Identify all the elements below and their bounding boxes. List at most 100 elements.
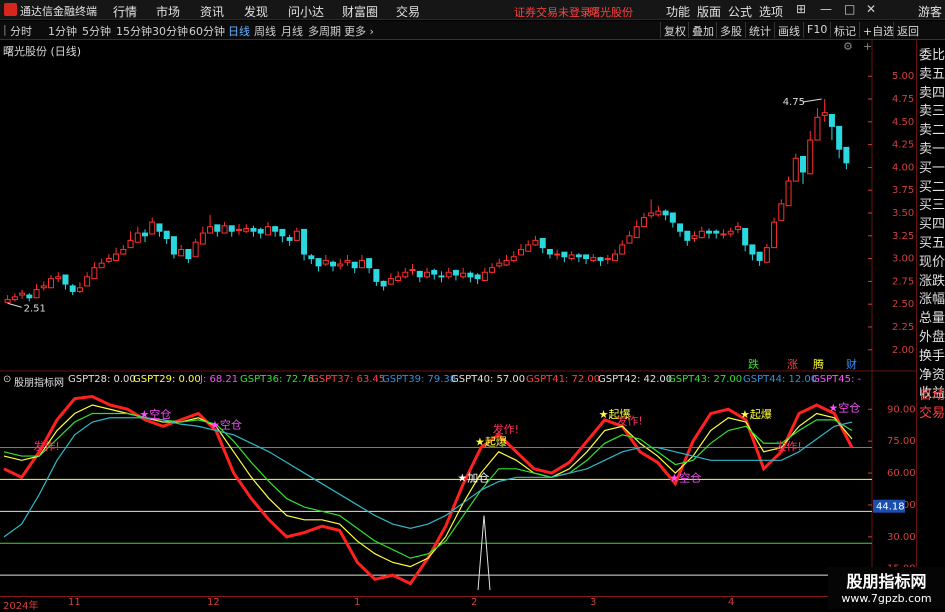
- candle-body[interactable]: [33, 289, 40, 299]
- candle-body[interactable]: [763, 247, 770, 263]
- candle-body[interactable]: [26, 294, 33, 299]
- indicator-settings-icon[interactable]: ⊙: [3, 374, 11, 385]
- candle-body[interactable]: [756, 251, 763, 261]
- candle-body[interactable]: [691, 235, 698, 240]
- candle-body[interactable]: [156, 223, 163, 232]
- quote-panel-item[interactable]: 外盘: [919, 326, 945, 345]
- candle-body[interactable]: [713, 230, 720, 234]
- candle-body[interactable]: [626, 235, 633, 244]
- candle-body[interactable]: [358, 259, 365, 269]
- candle-body[interactable]: [532, 239, 539, 246]
- candle-body[interactable]: [315, 258, 322, 267]
- candle-body[interactable]: [4, 299, 11, 303]
- candle-body[interactable]: [684, 230, 691, 241]
- quote-panel-item[interactable]: 卖一: [919, 138, 945, 157]
- candle-body[interactable]: [452, 269, 459, 276]
- quote-panel-item[interactable]: 自动: [919, 384, 945, 403]
- quote-panel-item[interactable]: 卖五: [919, 63, 945, 82]
- candle-body[interactable]: [792, 157, 799, 182]
- candle-body[interactable]: [40, 285, 47, 289]
- quote-panel-item[interactable]: 现价: [919, 251, 945, 270]
- candle-body[interactable]: [250, 228, 257, 232]
- candle-body[interactable]: [648, 212, 655, 217]
- candle-body[interactable]: [185, 248, 192, 260]
- candle-body[interactable]: [395, 276, 402, 281]
- candle-body[interactable]: [322, 259, 329, 265]
- candle-body[interactable]: [460, 272, 467, 278]
- candle-body[interactable]: [366, 258, 373, 269]
- quote-panel-item[interactable]: 卖四: [919, 82, 945, 101]
- candle-body[interactable]: [568, 254, 575, 260]
- candle-body[interactable]: [62, 274, 69, 285]
- indicator-title[interactable]: 股朋指标网: [14, 374, 64, 389]
- candle-body[interactable]: [293, 230, 300, 241]
- candle-body[interactable]: [669, 212, 676, 223]
- quote-panel-item[interactable]: 买一: [919, 157, 945, 176]
- candle-body[interactable]: [214, 224, 221, 232]
- candle-body[interactable]: [489, 267, 496, 273]
- candle-body[interactable]: [228, 225, 235, 232]
- candle-body[interactable]: [351, 261, 358, 269]
- candle-body[interactable]: [655, 210, 662, 216]
- candle-body[interactable]: [264, 226, 271, 236]
- candle-body[interactable]: [76, 287, 83, 292]
- candle-body[interactable]: [272, 226, 279, 232]
- candle-body[interactable]: [424, 271, 430, 278]
- candle-body[interactable]: [734, 226, 741, 230]
- quote-panel-item[interactable]: 换手: [919, 345, 945, 364]
- candle-body[interactable]: [286, 237, 293, 241]
- candle-body[interactable]: [55, 276, 62, 280]
- candle-body[interactable]: [496, 262, 503, 267]
- candle-body[interactable]: [467, 272, 474, 278]
- candle-body[interactable]: [178, 248, 185, 257]
- candle-body[interactable]: [575, 254, 582, 258]
- candle-body[interactable]: [163, 230, 170, 240]
- candle-body[interactable]: [662, 210, 669, 216]
- candle-body[interactable]: [192, 241, 199, 258]
- quote-panel-item[interactable]: 买三: [919, 194, 945, 213]
- candle-body[interactable]: [698, 230, 705, 239]
- candle-body[interactable]: [800, 155, 806, 173]
- candle-body[interactable]: [344, 259, 351, 263]
- candle-body[interactable]: [134, 232, 141, 243]
- candle-body[interactable]: [539, 238, 546, 249]
- candle-body[interactable]: [612, 253, 618, 261]
- candle-body[interactable]: [604, 258, 611, 261]
- candle-body[interactable]: [597, 257, 604, 261]
- candle-body[interactable]: [221, 225, 228, 234]
- candle-body[interactable]: [279, 228, 286, 237]
- candle-body[interactable]: [120, 248, 127, 255]
- quote-panel-item[interactable]: 涨幅: [919, 288, 945, 307]
- candle-body[interactable]: [785, 180, 792, 207]
- quote-panel-item[interactable]: 净资: [919, 364, 945, 383]
- candle-body[interactable]: [19, 292, 26, 296]
- candle-body[interactable]: [546, 248, 553, 255]
- candle-body[interactable]: [525, 244, 532, 252]
- candle-body[interactable]: [301, 228, 308, 255]
- candle-body[interactable]: [409, 269, 416, 272]
- candle-body[interactable]: [170, 236, 177, 255]
- candle-body[interactable]: [113, 253, 120, 261]
- quote-panel-item[interactable]: 委比: [919, 44, 945, 63]
- candle-body[interactable]: [236, 228, 242, 231]
- candle-body[interactable]: [590, 257, 597, 261]
- candle-body[interactable]: [727, 230, 734, 235]
- candle-body[interactable]: [503, 259, 510, 266]
- candle-body[interactable]: [431, 269, 438, 275]
- candle-body[interactable]: [416, 270, 423, 278]
- candle-body[interactable]: [843, 146, 850, 164]
- candle-body[interactable]: [257, 228, 264, 234]
- quote-panel-item[interactable]: 涨跌: [919, 270, 945, 289]
- quote-panel-item[interactable]: 总量: [919, 307, 945, 326]
- candle-body[interactable]: [69, 285, 76, 292]
- candle-body[interactable]: [481, 271, 488, 281]
- candle-body[interactable]: [518, 248, 524, 256]
- candle-body[interactable]: [771, 221, 778, 249]
- candle-body[interactable]: [778, 203, 785, 221]
- candle-body[interactable]: [814, 116, 821, 141]
- candle-body[interactable]: [828, 114, 835, 127]
- candle-body[interactable]: [105, 258, 112, 262]
- candle-body[interactable]: [445, 271, 452, 278]
- candle-body[interactable]: [11, 296, 18, 301]
- candle-body[interactable]: [243, 228, 250, 232]
